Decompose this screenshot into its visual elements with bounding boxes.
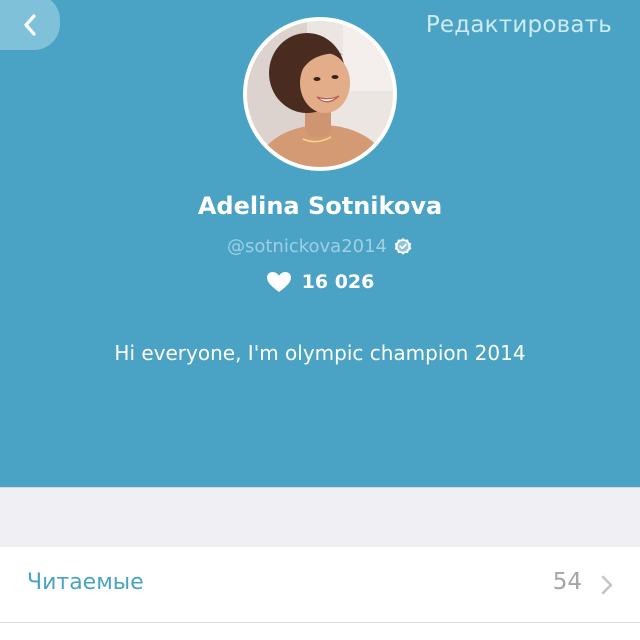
- list-item-label: Читаемые: [27, 570, 144, 595]
- profile-screen: Редактировать Adelina Sotnikova @sotnick…: [0, 0, 640, 640]
- avatar: [243, 17, 397, 171]
- profile-name: Adelina Sotnikova: [197, 192, 443, 220]
- handle-row: @sotnickova2014: [0, 236, 640, 257]
- likes-row: 16 026: [0, 271, 640, 293]
- profile-bio: Hi everyone, I'm olympic champion 2014: [114, 341, 526, 365]
- list-item-count: 54: [552, 569, 582, 595]
- list-footer: [0, 623, 640, 640]
- section-spacer: [0, 487, 640, 547]
- verified-check-icon: [394, 237, 412, 255]
- avatar-photo: [247, 21, 393, 167]
- edit-button[interactable]: Редактировать: [426, 12, 612, 38]
- likes-count: 16 026: [301, 271, 375, 293]
- profile-handle: @sotnickova2014: [226, 236, 388, 257]
- chevron-right-icon: [601, 575, 613, 595]
- list-item-following[interactable]: Читаемые 54: [0, 547, 640, 623]
- back-button[interactable]: [0, 0, 60, 50]
- profile-header: Редактировать Adelina Sotnikova @sotnick…: [0, 0, 640, 487]
- chevron-left-icon: [24, 14, 36, 36]
- heart-icon: [266, 272, 291, 292]
